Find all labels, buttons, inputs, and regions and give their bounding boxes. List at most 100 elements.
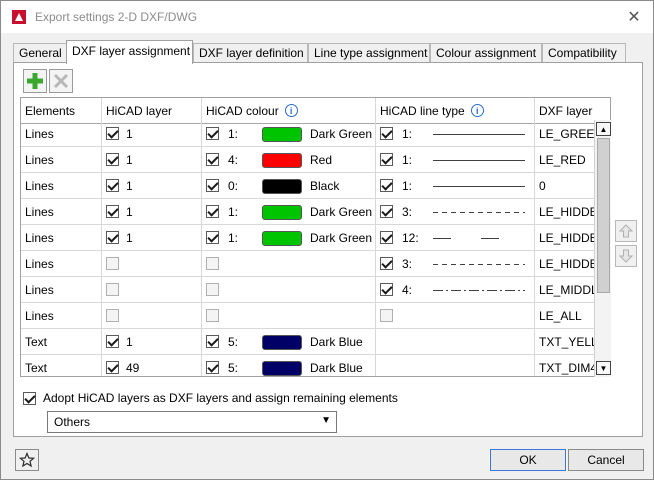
colour-checkbox[interactable] [206, 153, 219, 166]
add-row-button[interactable] [23, 69, 47, 93]
cell-hicad-colour[interactable] [202, 277, 376, 303]
line-type-checkbox[interactable] [380, 309, 393, 322]
cell-hicad-colour[interactable]: 4: Red [202, 147, 376, 173]
cell-hicad-colour[interactable] [202, 251, 376, 277]
cell-elements[interactable]: Lines [21, 277, 102, 303]
cell-elements[interactable]: Lines [21, 173, 102, 199]
layer-checkbox[interactable] [106, 231, 119, 244]
colour-checkbox[interactable] [206, 179, 219, 192]
cell-hicad-line-type[interactable]: 3: [376, 199, 535, 225]
cell-hicad-line-type[interactable] [376, 303, 535, 329]
colour-checkbox[interactable] [206, 361, 219, 374]
line-type-checkbox[interactable] [380, 127, 393, 140]
cell-hicad-colour[interactable]: 1: Dark Green [202, 225, 376, 251]
line-type-checkbox[interactable] [380, 179, 393, 192]
cell-elements[interactable]: Lines [21, 199, 102, 225]
cell-hicad-layer[interactable]: 1 [102, 173, 202, 199]
adopt-layers-option[interactable]: Adopt HiCAD layers as DXF layers and ass… [23, 391, 398, 405]
cell-elements[interactable]: Text [21, 355, 102, 376]
tab-line-type-assignment[interactable]: Line type assignment [308, 43, 430, 63]
layer-checkbox[interactable] [106, 309, 119, 322]
line-type-checkbox[interactable] [380, 205, 393, 218]
colour-checkbox[interactable] [206, 309, 219, 322]
scroll-down-icon[interactable]: ▼ [596, 361, 611, 375]
cell-elements[interactable]: Lines [21, 121, 102, 147]
cell-hicad-colour[interactable]: 1: Dark Green [202, 121, 376, 147]
table-row[interactable]: Text 1 5: Dark Blue TXT_YELLOW [21, 329, 610, 355]
cell-hicad-layer[interactable] [102, 251, 202, 277]
cell-hicad-colour[interactable]: 5: Dark Blue [202, 355, 376, 376]
tab-dxf-layer-definition[interactable]: DXF layer definition [193, 43, 308, 63]
favorites-button[interactable] [15, 449, 39, 471]
table-row[interactable]: Lines 3: LE_HIDDEN [21, 251, 610, 277]
cell-hicad-layer[interactable]: 1 [102, 329, 202, 355]
line-type-checkbox[interactable] [380, 153, 393, 166]
cell-hicad-colour[interactable] [202, 303, 376, 329]
cell-hicad-layer[interactable]: 1 [102, 121, 202, 147]
scroll-thumb[interactable] [597, 138, 610, 293]
cell-hicad-line-type[interactable]: 1: [376, 173, 535, 199]
grid-vertical-scrollbar[interactable]: ▲ ▼ [594, 120, 611, 377]
tab-dxf-layer-assignment[interactable]: DXF layer assignment [66, 40, 193, 64]
table-row[interactable]: Text 49 5: Dark Blue TXT_DIM49 [21, 355, 610, 376]
cell-elements[interactable]: Lines [21, 251, 102, 277]
line-type-checkbox[interactable] [380, 283, 393, 296]
cell-hicad-colour[interactable]: 5: Dark Blue [202, 329, 376, 355]
remaining-elements-select[interactable]: Others ▼ [47, 411, 337, 433]
table-row[interactable]: Lines LE_ALL [21, 303, 610, 329]
cell-elements[interactable]: Lines [21, 147, 102, 173]
info-icon[interactable]: i [470, 104, 484, 117]
cell-hicad-line-type[interactable]: 1: [376, 147, 535, 173]
tab-colour-assignment[interactable]: Colour assignment [430, 43, 542, 63]
cell-hicad-layer[interactable]: 1 [102, 225, 202, 251]
layer-checkbox[interactable] [106, 335, 119, 348]
tab-compatibility[interactable]: Compatibility [542, 43, 626, 63]
cell-hicad-layer[interactable]: 49 [102, 355, 202, 376]
cell-hicad-line-type[interactable]: 12: [376, 225, 535, 251]
cell-elements[interactable]: Lines [21, 303, 102, 329]
move-up-button[interactable] [615, 220, 637, 242]
table-row[interactable]: Lines 1 0: Black 1: 0 [21, 173, 610, 199]
colour-checkbox[interactable] [206, 231, 219, 244]
info-icon[interactable]: i [284, 104, 298, 117]
cancel-button[interactable]: Cancel [568, 449, 644, 471]
cell-hicad-colour[interactable]: 0: Black [202, 173, 376, 199]
layer-checkbox[interactable] [106, 205, 119, 218]
colour-checkbox[interactable] [206, 127, 219, 140]
layer-checkbox[interactable] [106, 361, 119, 374]
line-type-checkbox[interactable] [380, 257, 393, 270]
cell-hicad-line-type[interactable]: 1: [376, 121, 535, 147]
layer-checkbox[interactable] [106, 153, 119, 166]
table-row[interactable]: Lines 1 1: Dark Green 12: LE_HIDDEN [21, 225, 610, 251]
table-row[interactable]: Lines 1 1: Dark Green 1: LE_GREEN [21, 121, 610, 147]
colour-checkbox[interactable] [206, 335, 219, 348]
cell-elements[interactable]: Text [21, 329, 102, 355]
delete-row-button[interactable] [49, 69, 73, 93]
cell-hicad-layer[interactable]: 1 [102, 199, 202, 225]
cell-hicad-line-type[interactable]: 4: [376, 277, 535, 303]
layer-checkbox[interactable] [106, 257, 119, 270]
cell-hicad-line-type[interactable] [376, 329, 535, 355]
scroll-up-icon[interactable]: ▲ [596, 122, 611, 136]
colour-checkbox[interactable] [206, 205, 219, 218]
cell-elements[interactable]: Lines [21, 225, 102, 251]
table-row[interactable]: Lines 1 1: Dark Green 3: LE_HIDDEN [21, 199, 610, 225]
colour-checkbox[interactable] [206, 257, 219, 270]
layer-checkbox[interactable] [106, 127, 119, 140]
close-icon[interactable]: ✕ [621, 5, 647, 29]
colour-checkbox[interactable] [206, 283, 219, 296]
cell-hicad-layer[interactable]: 1 [102, 147, 202, 173]
cell-hicad-line-type[interactable] [376, 355, 535, 376]
adopt-layers-checkbox[interactable] [23, 391, 36, 405]
cell-hicad-layer[interactable] [102, 303, 202, 329]
tab-general[interactable]: General [13, 43, 67, 63]
cell-hicad-layer[interactable] [102, 277, 202, 303]
cell-hicad-colour[interactable]: 1: Dark Green [202, 199, 376, 225]
layer-checkbox[interactable] [106, 283, 119, 296]
ok-button[interactable]: OK [490, 449, 566, 471]
move-down-button[interactable] [615, 245, 637, 267]
cell-hicad-line-type[interactable]: 3: [376, 251, 535, 277]
table-row[interactable]: Lines 1 4: Red 1: LE_RED [21, 147, 610, 173]
line-type-checkbox[interactable] [380, 231, 393, 244]
layer-checkbox[interactable] [106, 179, 119, 192]
